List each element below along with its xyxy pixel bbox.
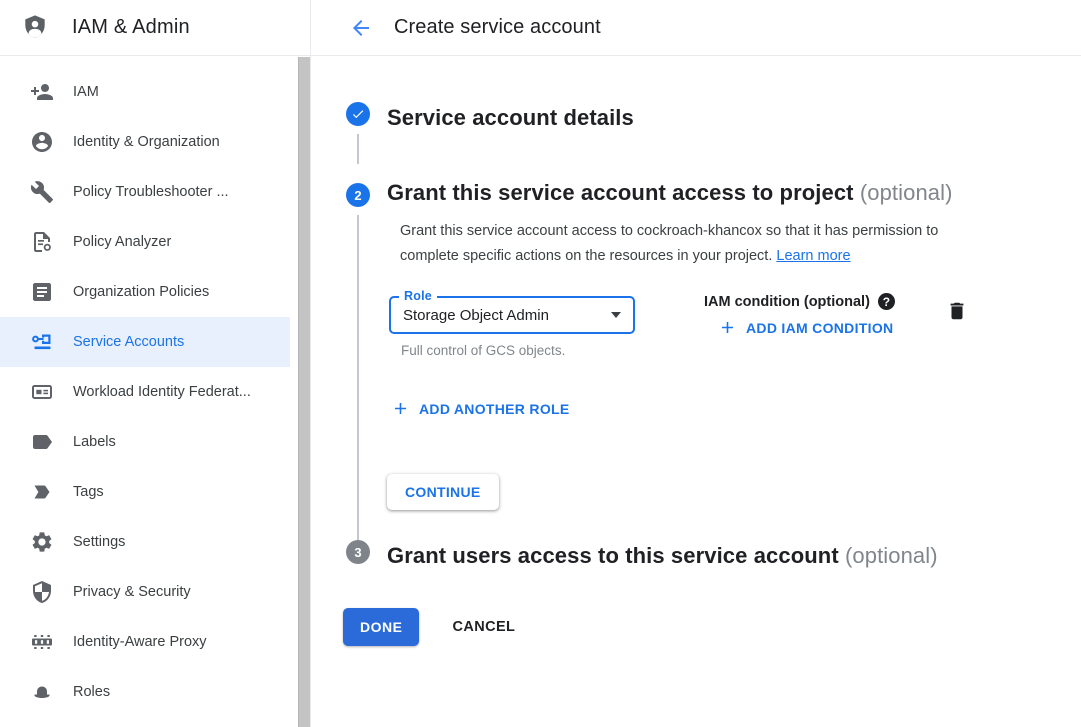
learn-more-link[interactable]: Learn more [776, 248, 850, 264]
sidebar-item-tags[interactable]: Tags [0, 467, 290, 517]
sidebar-item-workload-identity-federation[interactable]: Workload Identity Federat... [0, 367, 290, 417]
account-circle-icon [30, 130, 54, 154]
label-tag-icon [30, 430, 54, 454]
step2-description: Grant this service account access to coc… [400, 219, 992, 269]
done-button[interactable]: DONE [343, 608, 419, 646]
sidebar-item-identity-aware-proxy[interactable]: Identity-Aware Proxy [0, 617, 290, 667]
step1-complete-badge [346, 102, 370, 126]
create-service-account-form: Service account details 2 Grant this ser… [311, 56, 1081, 727]
person-add-icon [30, 80, 54, 104]
sidebar: IAM Identity & Organization Policy Troub… [0, 56, 311, 727]
hat-icon [30, 680, 54, 704]
plus-icon [391, 399, 410, 418]
page-title: Create service account [394, 16, 601, 39]
page-header: Create service account [311, 0, 1081, 55]
role-field-label: Role [399, 289, 437, 303]
wrench-icon [30, 180, 54, 204]
sidebar-item-iam[interactable]: IAM [0, 67, 290, 117]
sidebar-item-label: Roles [73, 684, 110, 700]
article-icon [30, 280, 54, 304]
sidebar-item-label: Identity & Organization [73, 134, 220, 150]
badge-card-icon [30, 380, 54, 404]
product-name: IAM & Admin [72, 16, 190, 39]
sidebar-item-roles[interactable]: Roles [0, 667, 290, 717]
sidebar-item-label: Policy Troubleshooter ... [73, 184, 229, 200]
sidebar-item-service-accounts[interactable]: Service Accounts [0, 317, 290, 367]
role-row: Role Storage Object Admin Full control o… [389, 288, 1051, 358]
delete-role-button[interactable] [946, 298, 968, 324]
form-actions: DONE CANCEL [343, 608, 1051, 646]
sidebar-item-labels[interactable]: Labels [0, 417, 290, 467]
check-icon [351, 107, 365, 121]
role-selected-value: Storage Object Admin [403, 307, 549, 324]
service-account-key-icon [30, 330, 54, 354]
step1-title: Service account details [387, 102, 634, 134]
help-icon[interactable]: ? [878, 293, 895, 310]
shield-half-icon [30, 580, 54, 604]
sidebar-item-policy-analyzer[interactable]: Policy Analyzer [0, 217, 290, 267]
step2-number-badge: 2 [346, 183, 370, 207]
add-another-role-button[interactable]: ADD ANOTHER ROLE [391, 399, 570, 418]
sidebar-item-identity-organization[interactable]: Identity & Organization [0, 117, 290, 167]
add-iam-condition-button[interactable]: ADD IAM CONDITION [718, 318, 893, 337]
back-button[interactable] [349, 16, 373, 40]
role-select[interactable]: Role Storage Object Admin [389, 296, 635, 334]
product-header: IAM & Admin [0, 0, 311, 55]
iam-condition-label: IAM condition (optional) [704, 294, 870, 310]
arrow-back-icon [349, 16, 373, 40]
step2-optional-label: (optional) [860, 180, 953, 205]
step2-title: Grant this service account access to pro… [387, 177, 987, 209]
role-helper-text: Full control of GCS objects. [401, 343, 635, 358]
step-connector [357, 215, 359, 540]
shield-person-icon [21, 14, 49, 42]
cancel-button[interactable]: CANCEL [452, 619, 515, 635]
continue-button[interactable]: CONTINUE [387, 474, 499, 510]
step-grant-users-access: 3 Grant users access to this service acc… [346, 540, 1051, 572]
plus-icon [718, 318, 737, 337]
sidebar-item-label: Policy Analyzer [73, 234, 171, 250]
document-gear-icon [30, 230, 54, 254]
sidebar-item-privacy-security[interactable]: Privacy & Security [0, 567, 290, 617]
trash-icon [946, 300, 968, 322]
sidebar-scrollbar-thumb[interactable] [298, 57, 310, 727]
step-connector [357, 134, 359, 164]
sidebar-item-policy-troubleshooter[interactable]: Policy Troubleshooter ... [0, 167, 290, 217]
dropdown-caret-icon [611, 312, 621, 318]
sidebar-item-label: Workload Identity Federat... [73, 384, 251, 400]
sidebar-item-label: Service Accounts [73, 334, 184, 350]
step3-number-badge: 3 [346, 540, 370, 564]
step-grant-access: 2 Grant this service account access to p… [346, 177, 1051, 540]
sidebar-item-label: IAM [73, 84, 99, 100]
sidebar-item-label: Labels [73, 434, 116, 450]
sidebar-item-label: Identity-Aware Proxy [73, 634, 207, 650]
sidebar-item-label: Settings [73, 534, 125, 550]
top-bar: IAM & Admin Create service account [0, 0, 1081, 56]
step3-title: Grant users access to this service accou… [387, 540, 938, 572]
sidebar-item-settings[interactable]: Settings [0, 517, 290, 567]
iam-condition-section: IAM condition (optional) ? ADD IAM CONDI… [704, 288, 895, 358]
tag-arrow-icon [30, 480, 54, 504]
proxy-strip-icon [30, 630, 54, 654]
sidebar-item-label: Privacy & Security [73, 584, 191, 600]
step3-optional-label: (optional) [845, 543, 938, 568]
sidebar-item-label: Tags [73, 484, 104, 500]
step-service-account-details: Service account details [346, 102, 1051, 164]
sidebar-item-organization-policies[interactable]: Organization Policies [0, 267, 290, 317]
sidebar-item-label: Organization Policies [73, 284, 209, 300]
iam-admin-app: IAM & Admin Create service account IAM [0, 0, 1081, 727]
gear-icon [30, 530, 54, 554]
